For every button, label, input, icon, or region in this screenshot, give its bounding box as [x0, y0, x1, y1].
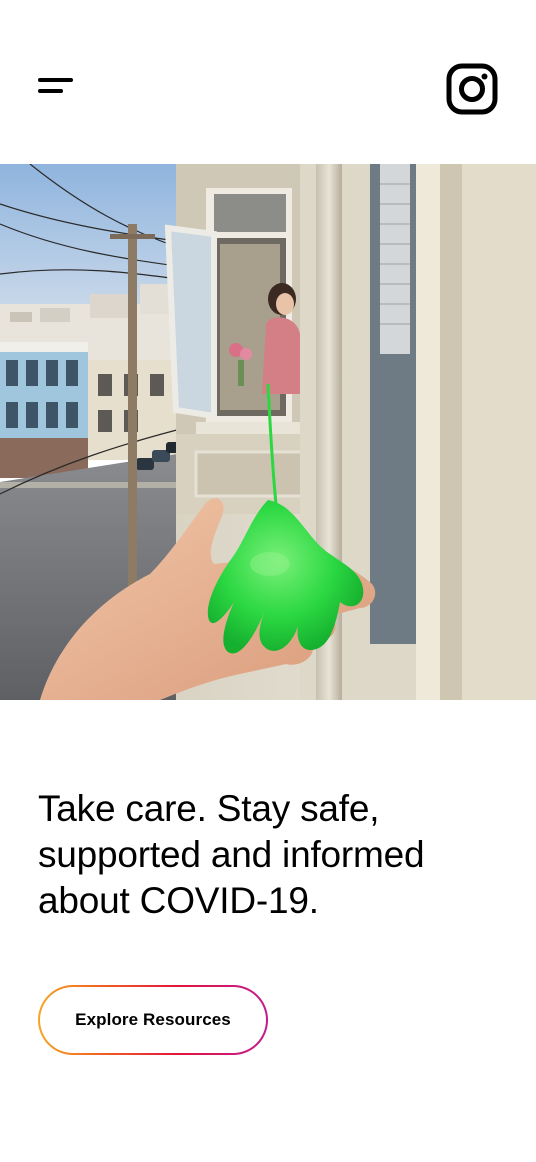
hero-image — [0, 164, 536, 700]
instagram-logo-icon — [446, 63, 498, 115]
menu-button[interactable] — [38, 78, 74, 98]
page-headline: Take care. Stay safe, supported and info… — [38, 788, 425, 921]
top-header — [0, 0, 536, 164]
explore-resources-button[interactable]: Explore Resources — [38, 985, 268, 1055]
explore-resources-label: Explore Resources — [75, 1010, 231, 1029]
instagram-logo-button[interactable] — [446, 63, 498, 115]
menu-icon-line-top — [38, 78, 73, 82]
hero-photo — [0, 164, 536, 700]
explore-resources-button-inner: Explore Resources — [40, 987, 266, 1053]
menu-icon-line-bottom — [38, 89, 63, 93]
